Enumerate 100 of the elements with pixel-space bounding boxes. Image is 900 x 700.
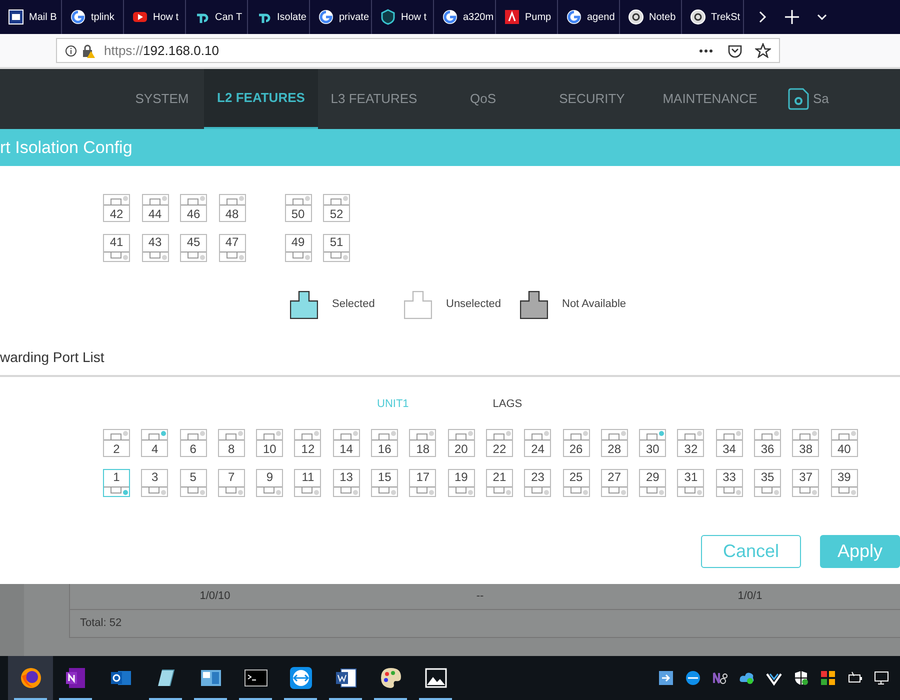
port-jack-icon: [181, 251, 206, 259]
port-jack-icon: [218, 486, 244, 494]
g-logo-icon: [318, 9, 334, 25]
port-button[interactable]: 51: [323, 234, 350, 262]
port-button[interactable]: 39: [830, 469, 858, 497]
port-button[interactable]: 32: [677, 429, 704, 457]
word-processor-icon: [334, 666, 358, 690]
port-jack-icon: [793, 486, 818, 494]
port-button[interactable]: 3: [141, 469, 168, 497]
port-button[interactable]: 18: [409, 429, 436, 457]
port-button[interactable]: 12: [294, 429, 322, 457]
port-jack-icon: [334, 486, 359, 494]
port-jack-icon: [832, 486, 857, 494]
tab-title: How t: [401, 10, 427, 24]
port-button[interactable]: 15: [371, 469, 398, 497]
port-button[interactable]: 20: [448, 429, 475, 457]
port-button[interactable]: 47: [218, 234, 246, 262]
port-jack-icon: [372, 486, 398, 494]
port-button[interactable]: 38: [792, 429, 820, 457]
port-button[interactable]: 44: [142, 194, 168, 222]
port-button[interactable]: 25: [562, 469, 590, 497]
port-button[interactable]: 30: [639, 429, 666, 457]
port-jack-icon: [334, 433, 359, 441]
port-button[interactable]: 31: [677, 469, 704, 497]
port-button[interactable]: 37: [792, 469, 820, 497]
tab-title: agend: [587, 10, 615, 24]
round-logo-icon: [690, 9, 706, 25]
nav-tab[interactable]: MAINTENANCE: [648, 69, 772, 129]
nav-tab[interactable]: SYSTEM: [120, 69, 204, 129]
address-field[interactable]: https://192.168.0.10: [56, 38, 780, 63]
port-jack-icon: [324, 251, 349, 259]
port-button[interactable]: 1: [103, 469, 130, 497]
port-button[interactable]: 16: [371, 429, 398, 457]
port-button[interactable]: 13: [332, 469, 360, 497]
port-jack-icon: [286, 251, 310, 259]
port-button[interactable]: 41: [103, 234, 130, 262]
tab-title: Isolate: [277, 10, 306, 24]
port-button[interactable]: 7: [218, 469, 245, 497]
tab-title: Noteb: [649, 10, 676, 24]
port-button[interactable]: 21: [486, 469, 513, 497]
port-button[interactable]: 8: [218, 429, 245, 457]
port-jack-icon: [220, 198, 244, 206]
port-button[interactable]: 36: [754, 429, 782, 457]
port-jack-icon: [564, 486, 589, 494]
save-label[interactable]: Sa: [813, 89, 829, 109]
port-jack-icon: [755, 486, 780, 494]
info-icon: [65, 44, 77, 56]
port-button[interactable]: 22: [486, 429, 513, 457]
port-button[interactable]: 24: [524, 429, 552, 457]
g-logo-icon: [566, 9, 582, 25]
port-button[interactable]: 26: [562, 429, 590, 457]
port-button[interactable]: 52: [323, 194, 350, 222]
palette-icon: [378, 666, 402, 690]
port-button[interactable]: 6: [180, 429, 207, 457]
port-button[interactable]: 10: [256, 429, 284, 457]
port-button[interactable]: 23: [524, 469, 552, 497]
shield-logo-icon: [380, 9, 396, 25]
port-button[interactable]: 2: [103, 429, 130, 457]
port-button[interactable]: 33: [716, 469, 743, 497]
unit-tab[interactable]: LAGS: [492, 398, 522, 410]
port-button[interactable]: 45: [180, 234, 207, 262]
port-button[interactable]: 42: [103, 194, 130, 222]
taskbar-app-button[interactable]: [8, 656, 53, 700]
port-button[interactable]: 40: [830, 429, 858, 457]
nav-tab[interactable]: SECURITY: [536, 69, 648, 129]
g-logo-icon: [70, 9, 86, 25]
port-jack-icon: [678, 433, 704, 441]
port-button[interactable]: 28: [600, 429, 628, 457]
port-jack-icon: [525, 433, 550, 441]
port-jack-icon: [295, 486, 320, 494]
port-button[interactable]: 17: [409, 469, 436, 497]
tab-title: How t: [153, 10, 179, 24]
port-button[interactable]: 50: [284, 194, 312, 222]
scissors-note-icon: [712, 670, 728, 686]
nav-tab[interactable]: QoS: [430, 69, 536, 129]
port-button[interactable]: 49: [284, 234, 312, 262]
port-button[interactable]: 35: [754, 469, 782, 497]
port-button[interactable]: 11: [294, 469, 322, 497]
port-button[interactable]: 34: [716, 429, 743, 457]
port-button[interactable]: 43: [142, 234, 168, 262]
legend-label: Not Available: [562, 297, 626, 312]
port-button[interactable]: 9: [256, 469, 284, 497]
port-button[interactable]: 46: [180, 194, 207, 222]
port-button[interactable]: 29: [639, 469, 666, 497]
port-jack-icon: [448, 486, 474, 494]
port-jack-icon: [410, 433, 436, 441]
lock-warning-icon: [82, 44, 96, 58]
nav-tab[interactable]: L2 FEATURES: [204, 69, 318, 129]
table-total: Total: 52: [80, 616, 122, 632]
port-button[interactable]: 27: [600, 469, 628, 497]
port-button[interactable]: 48: [218, 194, 246, 222]
cloud-check-icon: [739, 670, 755, 686]
port-button[interactable]: 5: [180, 469, 207, 497]
port-button[interactable]: 14: [332, 429, 360, 457]
legend-label: Selected: [332, 297, 375, 312]
port-jack-icon: [257, 433, 282, 441]
port-button[interactable]: 4: [141, 429, 168, 457]
nav-tab[interactable]: L3 FEATURES: [318, 69, 430, 129]
port-button[interactable]: 19: [448, 469, 475, 497]
legend-label: Unselected: [446, 297, 502, 312]
